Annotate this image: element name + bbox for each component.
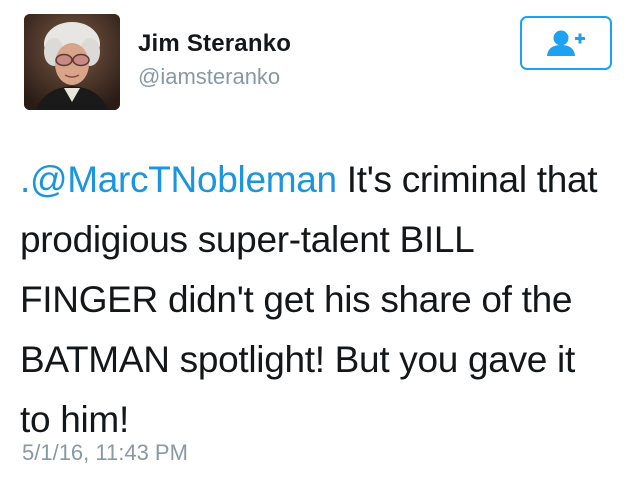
mention-link[interactable]: .@MarcTNobleman xyxy=(20,159,337,200)
avatar[interactable] xyxy=(24,14,120,110)
follow-button[interactable] xyxy=(520,16,612,70)
tweet-text-line: FINGER didn't get his share of the xyxy=(20,279,573,320)
tweet-text-fragment: It's criminal that xyxy=(336,159,598,200)
tweet-text-line: prodigious super-talent BILL xyxy=(20,219,475,260)
profile-photo-icon xyxy=(24,14,120,110)
follow-user-plus-icon xyxy=(547,30,585,56)
tweet-card: Jim Steranko @iamsteranko .@MarcTNoblema… xyxy=(0,0,638,488)
tweet-text-line: .@MarcTNobleman It's criminal that xyxy=(20,150,625,210)
tweet-timestamp[interactable]: 5/1/16, 11:43 PM xyxy=(22,440,188,466)
tweet-text-line: BATMAN spotlight! But you gave it xyxy=(20,339,575,380)
tweet-text: .@MarcTNobleman It's criminal that prodi… xyxy=(20,150,625,450)
display-name[interactable]: Jim Steranko xyxy=(138,30,291,58)
user-handle[interactable]: @iamsteranko xyxy=(138,64,280,90)
